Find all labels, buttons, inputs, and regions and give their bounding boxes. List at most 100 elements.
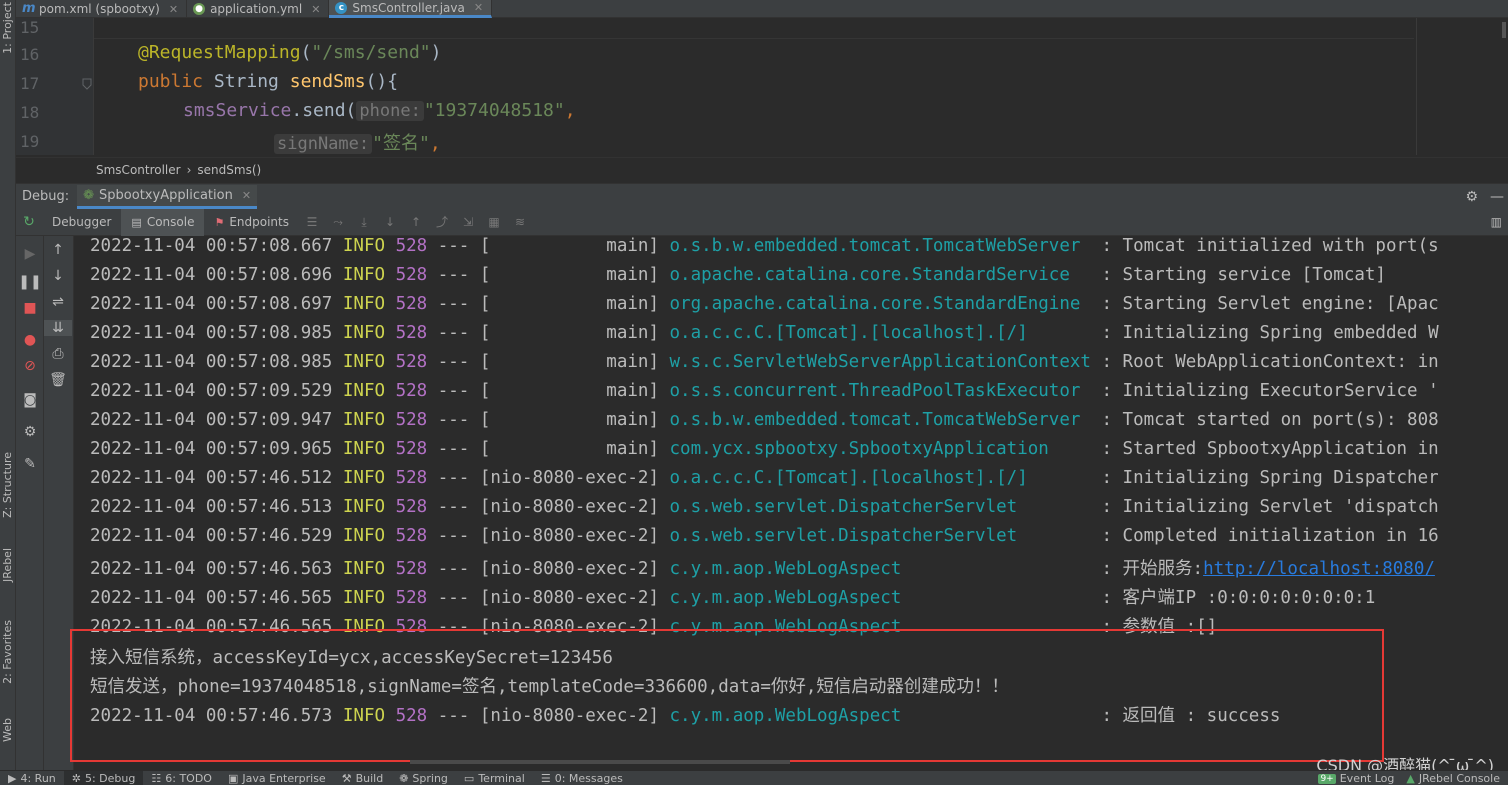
log-logger: w.s.c.ServletWebServerApplicationContext bbox=[669, 352, 1091, 372]
close-icon[interactable]: ✕ bbox=[311, 3, 320, 16]
favorites-tool-tab[interactable]: 2: Favorites bbox=[1, 620, 14, 684]
step-into-icon[interactable]: ↓ bbox=[383, 215, 397, 229]
close-icon[interactable]: ✕ bbox=[169, 3, 178, 16]
event-log-button[interactable]: 9+ Event Log bbox=[1318, 772, 1394, 785]
console-plain-line: 短信发送，phone=19374048518,signName=签名,templ… bbox=[90, 677, 1009, 697]
run-icon: ▶ bbox=[8, 771, 17, 785]
log-ts: 2022-11-04 00:57:09.947 bbox=[90, 410, 333, 430]
log-level: INFO bbox=[342, 236, 386, 256]
rerun-icon[interactable]: ↻ bbox=[22, 215, 36, 229]
messages-icon: ☰ bbox=[540, 771, 551, 785]
log-logger: o.s.b.w.embedded.tomcat.TomcatWebServer bbox=[669, 410, 1091, 430]
debug-icon: ✲ bbox=[71, 771, 81, 785]
evaluate-icon[interactable]: ▦ bbox=[487, 215, 501, 229]
scroll-to-end-icon[interactable]: ⇊ bbox=[44, 320, 72, 336]
log-msg: : Starting service [Tomcat] bbox=[1090, 265, 1386, 285]
tab-endpoints[interactable]: ⚑ Endpoints bbox=[204, 209, 299, 236]
layout-icon[interactable]: ☰ bbox=[305, 215, 319, 229]
jrebel-tool-tab[interactable]: JRebel bbox=[1, 548, 14, 582]
camera-icon[interactable]: ◙ bbox=[16, 392, 44, 408]
web-tool-tab[interactable]: Web bbox=[1, 718, 14, 742]
status-tab-5-debug[interactable]: ✲ 5: Debug bbox=[63, 770, 144, 785]
log-level: INFO bbox=[342, 497, 386, 517]
tab-application-yml[interactable]: ● application.yml ✕ bbox=[187, 0, 330, 18]
breadcrumb: SmsController › sendSms() bbox=[16, 157, 1508, 181]
log-thread: --- [ main] bbox=[427, 265, 670, 285]
java-class-icon: c bbox=[335, 1, 348, 14]
gear-icon[interactable]: ⚙ bbox=[1465, 189, 1478, 205]
jrebel-console-button[interactable]: ▲ JRebel Console bbox=[1406, 772, 1500, 785]
fold-marker-icon[interactable] bbox=[82, 78, 92, 90]
tab-label: SmsController.java bbox=[352, 0, 465, 15]
pause-icon[interactable]: ❚❚ bbox=[16, 274, 44, 290]
view-breakpoints-icon[interactable]: ● bbox=[16, 332, 44, 348]
status-tab-0-messages[interactable]: ☰ 0: Messages bbox=[533, 771, 631, 785]
console-log-line: 2022-11-04 00:57:46.513 INFO 528 --- [ni… bbox=[90, 497, 1439, 517]
log-ts: 2022-11-04 00:57:46.529 bbox=[90, 526, 333, 546]
tab-console[interactable]: ▤ Console bbox=[121, 208, 205, 236]
status-tab-terminal[interactable]: ▭ Terminal bbox=[456, 771, 533, 785]
console-output[interactable]: 2022-11-04 00:57:08.667 INFO 528 --- [ m… bbox=[74, 236, 1508, 762]
log-link[interactable]: http://localhost:8080/ bbox=[1203, 559, 1435, 579]
status-tab-java-enterprise[interactable]: ▣ Java Enterprise bbox=[220, 771, 334, 785]
log-thread: --- [nio-8080-exec-2] bbox=[427, 706, 670, 726]
log-pid: 528 bbox=[395, 410, 428, 430]
close-icon[interactable]: ✕ bbox=[474, 1, 483, 14]
status-tab-label: 5: Debug bbox=[84, 771, 136, 785]
breadcrumb-class[interactable]: SmsController bbox=[96, 163, 181, 177]
console-log-line: 2022-11-04 00:57:08.985 INFO 528 --- [ m… bbox=[90, 323, 1439, 343]
stop-icon[interactable]: ■ bbox=[16, 300, 44, 316]
down-arrow-icon[interactable]: ↓ bbox=[44, 268, 72, 284]
log-msg: : Initializing ExecutorService ' bbox=[1090, 381, 1439, 401]
tab-debugger[interactable]: Debugger bbox=[42, 209, 121, 236]
minimize-icon[interactable]: — bbox=[1490, 189, 1504, 205]
log-level: INFO bbox=[342, 265, 386, 285]
soft-wrap-icon[interactable]: ⇌ bbox=[44, 294, 72, 310]
horizontal-scrollbar[interactable] bbox=[410, 760, 790, 764]
settings-icon[interactable]: ⚙ bbox=[16, 424, 44, 440]
left-tool-strip: 1: Project Z: Structure JRebel 2: Favori… bbox=[0, 0, 16, 770]
trash-icon[interactable]: 🗑 bbox=[44, 372, 72, 388]
debug-label: Debug: bbox=[22, 189, 70, 204]
code-editor[interactable]: 15 16 17 18 19 @RequestMapping("/sms/sen… bbox=[16, 18, 1508, 155]
tab-sms-controller[interactable]: c SmsController.java ✕ bbox=[329, 0, 493, 18]
trace-icon[interactable]: ≋ bbox=[513, 215, 527, 229]
status-tab-6-todo[interactable]: ☷ 6: TODO bbox=[143, 771, 220, 785]
log-logger: o.a.c.c.C.[Tomcat].[localhost].[/] bbox=[669, 323, 1091, 343]
close-icon[interactable]: ✕ bbox=[242, 189, 251, 202]
resume-icon[interactable]: ▶ bbox=[16, 246, 44, 262]
log-logger: c.y.m.aop.WebLogAspect bbox=[669, 706, 1091, 726]
run-to-cursor-icon[interactable]: ⇲ bbox=[461, 215, 475, 229]
status-tab-4-run[interactable]: ▶ 4: Run bbox=[0, 771, 64, 785]
line-number: 19 bbox=[20, 132, 40, 151]
line-number: 18 bbox=[20, 103, 40, 122]
log-ts: 2022-11-04 00:57:08.697 bbox=[90, 294, 333, 314]
breadcrumb-separator: › bbox=[186, 162, 192, 177]
log-msg: : Starting Servlet engine: [Apac bbox=[1090, 294, 1439, 314]
log-thread: --- [nio-8080-exec-2] bbox=[427, 559, 670, 579]
up-arrow-icon[interactable]: ↑ bbox=[44, 242, 72, 258]
breadcrumb-method[interactable]: sendSms() bbox=[197, 163, 261, 177]
drop-frame-icon[interactable]: ⤴ bbox=[435, 215, 449, 229]
event-log-label: Event Log bbox=[1339, 772, 1395, 785]
log-logger: com.ycx.spbootxy.SpbootxyApplication bbox=[669, 439, 1091, 459]
status-tab-build[interactable]: ⚒ Build bbox=[334, 771, 392, 785]
layout-settings-icon[interactable]: ▥ bbox=[1491, 215, 1502, 229]
editor-scrollbar[interactable] bbox=[1502, 22, 1506, 38]
log-pid: 528 bbox=[395, 381, 428, 401]
log-ts: 2022-11-04 00:57:46.565 bbox=[90, 617, 333, 637]
tab-pom-xml[interactable]: m pom.xml (spbootxy) ✕ bbox=[16, 0, 188, 18]
maven-icon: m bbox=[22, 1, 36, 16]
run-config-tab[interactable]: ❁ SpbootxyApplication ✕ bbox=[77, 184, 258, 209]
show-execution-point-icon[interactable]: ⤳ bbox=[331, 215, 345, 229]
console-log-line: 2022-11-04 00:57:09.529 INFO 528 --- [ m… bbox=[90, 381, 1439, 401]
structure-tool-tab[interactable]: Z: Structure bbox=[1, 452, 14, 518]
pin-icon[interactable]: ✎ bbox=[16, 456, 44, 472]
step-over-icon[interactable]: ⤓ bbox=[357, 215, 371, 229]
project-tool-tab[interactable]: 1: Project bbox=[1, 2, 14, 54]
status-tab-spring[interactable]: ❁ Spring bbox=[391, 771, 456, 785]
step-out-icon[interactable]: ↑ bbox=[409, 215, 423, 229]
print-icon[interactable]: ⎙ bbox=[44, 346, 72, 362]
log-logger: c.y.m.aop.WebLogAspect bbox=[669, 617, 1091, 637]
mute-breakpoints-icon[interactable]: ⊘ bbox=[16, 358, 44, 374]
